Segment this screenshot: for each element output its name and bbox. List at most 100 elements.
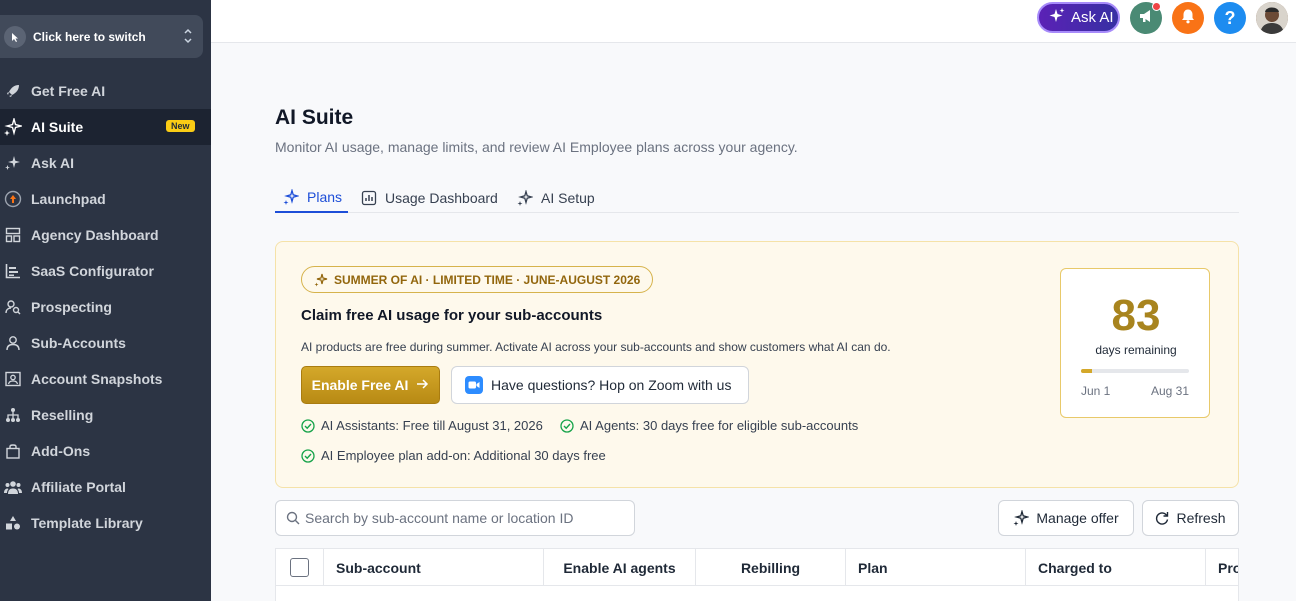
new-badge: New: [166, 120, 195, 132]
sidebar-item-saas-configurator[interactable]: SaaS Configurator: [0, 253, 211, 289]
sparkles-icon: [517, 189, 533, 206]
sidebar-item-label: Launchpad: [31, 191, 106, 207]
sidebar-item-agency-dashboard[interactable]: Agency Dashboard: [0, 217, 211, 253]
sparkles-icon: [1048, 7, 1066, 29]
select-all-checkbox[interactable]: [290, 558, 309, 577]
sidebar-item-label: Account Snapshots: [31, 371, 163, 387]
search-icon: [286, 511, 300, 525]
check-label: AI Employee plan add-on: Additional 30 d…: [321, 448, 606, 463]
zoom-questions-button[interactable]: Have questions? Hop on Zoom with us: [451, 366, 749, 404]
promo-tag-label: SUMMER OF AI · LIMITED TIME · JUNE-AUGUS…: [334, 272, 641, 287]
check-label: AI Agents: 30 days free for eligible sub…: [580, 418, 859, 433]
users-icon: [4, 478, 22, 496]
manage-offer-button[interactable]: Manage offer: [998, 500, 1134, 536]
column-header-plan[interactable]: Plan: [846, 549, 1026, 586]
sidebar-item-reselling[interactable]: Reselling: [0, 397, 211, 433]
sidebar-item-affiliate-portal[interactable]: Affiliate Portal: [0, 469, 211, 505]
promo-check-item: AI Assistants: Free till August 31, 2026: [301, 418, 543, 433]
hierarchy-icon: [4, 406, 22, 424]
tab-bar: Plans Usage Dashboard AI Setup: [275, 182, 1239, 213]
page-subtitle: Monitor AI usage, manage limits, and rev…: [275, 139, 798, 155]
tab-ai-setup[interactable]: AI Setup: [517, 182, 595, 213]
tab-usage-dashboard[interactable]: Usage Dashboard: [361, 182, 498, 213]
sidebar-item-get-free-ai[interactable]: Get Free AI: [0, 73, 211, 109]
sidebar-item-label: SaaS Configurator: [31, 263, 154, 279]
column-header-label: Charged to: [1038, 559, 1112, 576]
sidebar-item-label: Sub-Accounts: [31, 335, 126, 351]
column-header-enable-ai-agents[interactable]: Enable AI agents: [544, 549, 696, 586]
column-header-label: Rebilling: [740, 559, 801, 576]
refresh-button[interactable]: Refresh: [1142, 500, 1239, 536]
tab-label: AI Setup: [541, 189, 595, 206]
sparkles-icon: [1013, 510, 1030, 526]
snapshot-icon: [4, 370, 22, 388]
chart-icon: [4, 262, 22, 280]
promo-description: AI products are free during summer. Acti…: [301, 340, 891, 354]
ask-ai-label: Ask AI: [1071, 9, 1114, 26]
sidebar-item-sub-accounts[interactable]: Sub-Accounts: [0, 325, 211, 361]
announcements-button[interactable]: [1130, 2, 1162, 34]
page-title: AI Suite: [275, 106, 354, 129]
column-header-pro[interactable]: Pro: [1206, 549, 1238, 586]
promo-tag: SUMMER OF AI · LIMITED TIME · JUNE-AUGUS…: [301, 266, 654, 293]
check-label: AI Assistants: Free till August 31, 2026: [321, 418, 543, 433]
tab-label: Usage Dashboard: [385, 189, 498, 206]
user-avatar[interactable]: [1256, 2, 1288, 34]
promo-check-item: AI Employee plan add-on: Additional 30 d…: [301, 448, 606, 463]
bar-chart-icon: [361, 190, 377, 206]
sidebar-item-add-ons[interactable]: Add-Ons: [0, 433, 211, 469]
sidebar-item-label: Affiliate Portal: [31, 479, 126, 495]
pointer-icon: [4, 25, 26, 48]
arrow-right-icon: [416, 377, 429, 393]
zoom-questions-label: Have questions? Hop on Zoom with us: [491, 377, 732, 393]
promo-card: SUMMER OF AI · LIMITED TIME · JUNE-AUGUS…: [275, 241, 1239, 488]
sidebar-item-label: Template Library: [31, 515, 143, 531]
sidebar-item-ask-ai[interactable]: Ask AI: [0, 145, 211, 181]
top-bar: Ask AI ?: [211, 0, 1296, 43]
column-header-label: Pro: [1218, 559, 1238, 576]
megaphone-icon: [1138, 8, 1154, 29]
search-input[interactable]: [305, 510, 625, 526]
sidebar-item-label: Get Free AI: [31, 83, 106, 99]
column-header-rebilling[interactable]: Rebilling: [696, 549, 846, 586]
sidebar-item-template-library[interactable]: Template Library: [0, 505, 211, 541]
sidebar-item-label: AI Suite: [31, 119, 84, 135]
check-circle-icon: [301, 448, 315, 463]
range-start-label: Jun 1: [1081, 384, 1111, 398]
column-header-charged-to[interactable]: Charged to: [1026, 549, 1206, 586]
sidebar-item-ai-suite[interactable]: AI Suite New: [0, 109, 211, 145]
shapes-icon: [4, 514, 22, 532]
column-header-label: Enable AI agents: [563, 559, 676, 576]
sidebar-item-label: Ask AI: [31, 155, 75, 171]
refresh-label: Refresh: [1176, 510, 1226, 526]
sidebar-item-label: Prospecting: [31, 299, 112, 315]
column-header-sub-account[interactable]: Sub-account: [324, 549, 544, 586]
tab-label: Plans: [307, 188, 343, 205]
promo-check-item: AI Agents: 30 days free for eligible sub…: [560, 418, 858, 433]
sidebar-item-label: Agency Dashboard: [31, 227, 159, 243]
sparkles-icon: [4, 118, 22, 136]
sidebar-item-account-snapshots[interactable]: Account Snapshots: [0, 361, 211, 397]
search-field[interactable]: [275, 500, 635, 536]
tab-plans[interactable]: Plans: [275, 182, 348, 213]
days-progress-fill: [1081, 369, 1092, 373]
sidebar-item-launchpad[interactable]: Launchpad: [0, 181, 211, 217]
refresh-icon: [1155, 511, 1169, 525]
table-header-divider: [276, 585, 1238, 586]
notifications-button[interactable]: [1172, 2, 1204, 34]
days-remaining-card: 83 days remaining Jun 1 Aug 31: [1060, 268, 1210, 418]
bell-icon: [1180, 8, 1196, 29]
sidebar-item-prospecting[interactable]: Prospecting: [0, 289, 211, 325]
sub-accounts-table: Sub-account Enable AI agents Rebilling P…: [275, 548, 1239, 601]
ask-ai-button[interactable]: Ask AI: [1037, 2, 1120, 33]
help-button[interactable]: ?: [1214, 2, 1246, 34]
select-all-cell: [276, 549, 324, 586]
sparkles-icon: [314, 273, 328, 287]
days-remaining-count: 83: [1111, 291, 1161, 340]
chevron-updown-icon: [183, 27, 193, 50]
account-switcher[interactable]: Click here to switch: [0, 15, 203, 58]
notification-dot: [1152, 2, 1161, 11]
zoom-icon: [465, 376, 483, 394]
check-circle-icon: [301, 418, 315, 433]
enable-free-ai-button[interactable]: Enable Free AI: [301, 366, 440, 404]
